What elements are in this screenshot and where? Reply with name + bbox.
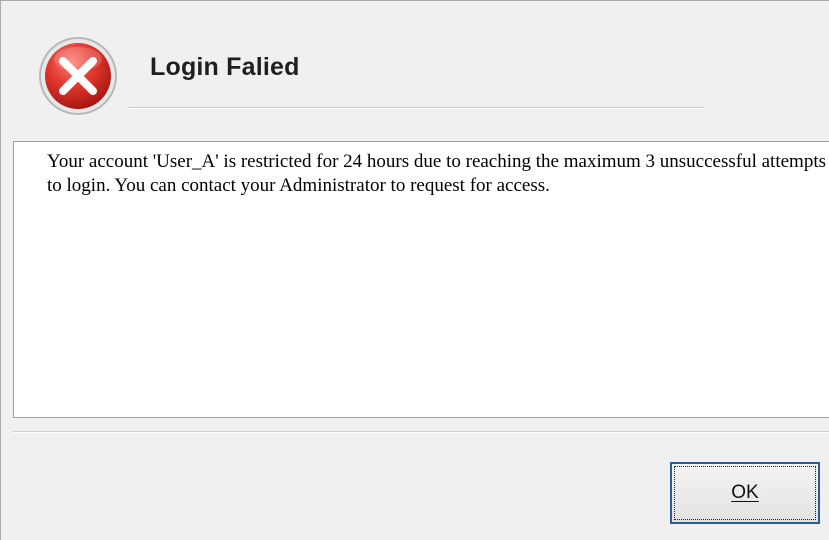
ok-button-label: OK — [731, 482, 759, 503]
error-message: Your account 'User_A' is restricted for … — [47, 151, 826, 196]
dialog-title: Login Falied — [150, 53, 300, 81]
ok-focus-rect: OK — [674, 466, 816, 520]
dialog-header: Login Falied — [1, 1, 829, 132]
login-failed-dialog: Login Falied Your account 'User_A' is re… — [0, 0, 829, 540]
title-divider — [129, 107, 705, 109]
error-icon — [39, 37, 117, 115]
footer-divider — [13, 431, 829, 433]
message-panel: Your account 'User_A' is restricted for … — [13, 141, 829, 418]
ok-button[interactable]: OK — [670, 462, 820, 524]
